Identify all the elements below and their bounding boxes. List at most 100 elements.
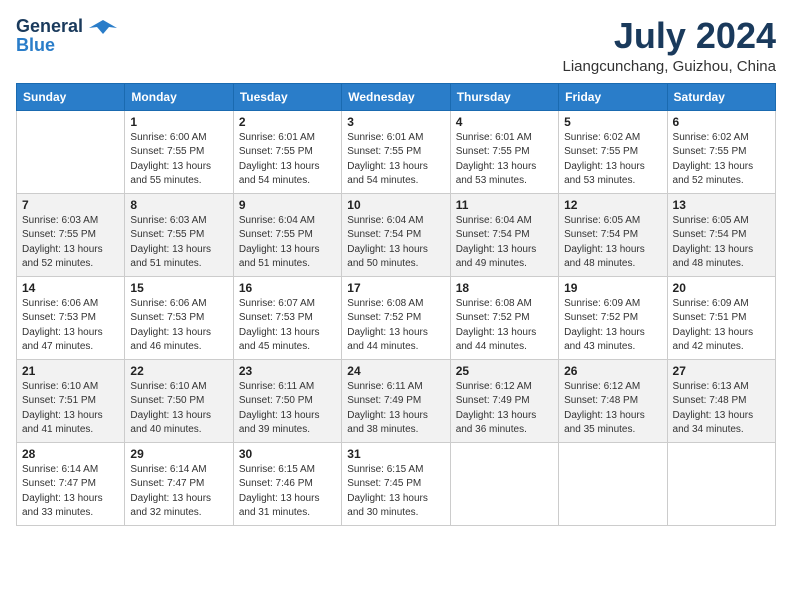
week-row-3: 14 Sunrise: 6:06 AMSunset: 7:53 PMDayligh… — [17, 276, 776, 359]
calendar-cell: 31Sunrise: 6:15 AMSunset: 7:45 PMDayligh… — [342, 442, 450, 525]
day-info: Sunrise: 6:06 AMSunset: 7:53 PMDaylight:… — [22, 297, 119, 355]
calendar-cell: 27 Sunrise: 6:13 AMSunset: 7:48 PMDayligh… — [667, 359, 775, 442]
day-number: 6 — [673, 115, 770, 129]
calendar-cell: 30Sunrise: 6:15 AMSunset: 7:46 PMDayligh… — [233, 442, 341, 525]
day-number: 25 — [456, 364, 553, 378]
week-row-2: 7 Sunrise: 6:03 AMSunset: 7:55 PMDaylight… — [17, 193, 776, 276]
day-info: Sunrise: 6:01 AMSunset: 7:55 PMDaylight:… — [347, 131, 444, 189]
day-info: Sunrise: 6:11 AMSunset: 7:50 PMDaylight:… — [239, 380, 336, 438]
day-info: Sunrise: 6:14 AMSunset: 7:47 PMDaylight:… — [130, 463, 227, 521]
calendar-cell: 2Sunrise: 6:01 AMSunset: 7:55 PMDaylight… — [233, 110, 341, 193]
header-row: SundayMondayTuesdayWednesdayThursdayFrid… — [17, 83, 776, 110]
calendar-cell: 10 Sunrise: 6:04 AMSunset: 7:54 PMDayligh… — [342, 193, 450, 276]
header-monday: Monday — [125, 83, 233, 110]
day-number: 24 — [347, 364, 444, 378]
day-info: Sunrise: 6:01 AMSunset: 7:55 PMDaylight:… — [456, 131, 553, 189]
calendar-cell: 4Sunrise: 6:01 AMSunset: 7:55 PMDaylight… — [450, 110, 558, 193]
calendar-cell: 24Sunrise: 6:11 AMSunset: 7:49 PMDayligh… — [342, 359, 450, 442]
day-info: Sunrise: 6:04 AMSunset: 7:54 PMDaylight:… — [456, 214, 553, 272]
day-number: 9 — [239, 198, 336, 212]
day-number: 29 — [130, 447, 227, 461]
day-info: Sunrise: 6:06 AMSunset: 7:53 PMDaylight:… — [130, 297, 227, 355]
page-header: General Blue July 2024 Liangcunchang, Gu… — [16, 16, 776, 75]
calendar-cell — [559, 442, 667, 525]
header-saturday: Saturday — [667, 83, 775, 110]
title-block: July 2024 Liangcunchang, Guizhou, China — [563, 16, 777, 75]
day-info: Sunrise: 6:10 AMSunset: 7:50 PMDaylight:… — [130, 380, 227, 438]
day-number: 3 — [347, 115, 444, 129]
day-info: Sunrise: 6:03 AMSunset: 7:55 PMDaylight:… — [130, 214, 227, 272]
calendar-cell: 9 Sunrise: 6:04 AMSunset: 7:55 PMDaylight… — [233, 193, 341, 276]
calendar-cell — [17, 110, 125, 193]
logo: General Blue — [16, 16, 117, 56]
day-info: Sunrise: 6:05 AMSunset: 7:54 PMDaylight:… — [673, 214, 770, 272]
calendar-cell: 1 Sunrise: 6:00 AMSunset: 7:55 PMDaylight… — [125, 110, 233, 193]
day-info: Sunrise: 6:08 AMSunset: 7:52 PMDaylight:… — [347, 297, 444, 355]
calendar-cell — [450, 442, 558, 525]
day-number: 12 — [564, 198, 661, 212]
calendar-cell: 19Sunrise: 6:09 AMSunset: 7:52 PMDayligh… — [559, 276, 667, 359]
day-number: 30 — [239, 447, 336, 461]
day-number: 21 — [22, 364, 119, 378]
calendar-cell: 23Sunrise: 6:11 AMSunset: 7:50 PMDayligh… — [233, 359, 341, 442]
day-info: Sunrise: 6:12 AMSunset: 7:48 PMDaylight:… — [564, 380, 661, 438]
day-info: Sunrise: 6:01 AMSunset: 7:55 PMDaylight:… — [239, 131, 336, 189]
calendar-cell: 12 Sunrise: 6:05 AMSunset: 7:54 PMDayligh… — [559, 193, 667, 276]
day-number: 28 — [22, 447, 119, 461]
day-info: Sunrise: 6:04 AMSunset: 7:55 PMDaylight:… — [239, 214, 336, 272]
month-title: July 2024 — [563, 16, 777, 56]
day-number: 16 — [239, 281, 336, 295]
day-number: 14 — [22, 281, 119, 295]
calendar-cell: 3 Sunrise: 6:01 AMSunset: 7:55 PMDaylight… — [342, 110, 450, 193]
day-number: 31 — [347, 447, 444, 461]
calendar-table: SundayMondayTuesdayWednesdayThursdayFrid… — [16, 83, 776, 526]
calendar-cell — [667, 442, 775, 525]
day-number: 15 — [130, 281, 227, 295]
day-number: 22 — [130, 364, 227, 378]
day-info: Sunrise: 6:09 AMSunset: 7:51 PMDaylight:… — [673, 297, 770, 355]
calendar-cell: 7Sunrise: 6:03 AMSunset: 7:55 PMDaylight… — [17, 193, 125, 276]
day-number: 10 — [347, 198, 444, 212]
day-info: Sunrise: 6:10 AMSunset: 7:51 PMDaylight:… — [22, 380, 119, 438]
day-number: 7 — [22, 198, 119, 212]
logo-bird-icon — [89, 18, 117, 36]
day-number: 5 — [564, 115, 661, 129]
day-number: 17 — [347, 281, 444, 295]
logo-blue: Blue — [16, 35, 55, 56]
header-thursday: Thursday — [450, 83, 558, 110]
calendar-cell: 6 Sunrise: 6:02 AMSunset: 7:55 PMDaylight… — [667, 110, 775, 193]
calendar-cell: 25 Sunrise: 6:12 AMSunset: 7:49 PMDayligh… — [450, 359, 558, 442]
header-friday: Friday — [559, 83, 667, 110]
calendar-cell: 20 Sunrise: 6:09 AMSunset: 7:51 PMDayligh… — [667, 276, 775, 359]
day-info: Sunrise: 6:05 AMSunset: 7:54 PMDaylight:… — [564, 214, 661, 272]
calendar-cell: 11 Sunrise: 6:04 AMSunset: 7:54 PMDayligh… — [450, 193, 558, 276]
day-info: Sunrise: 6:07 AMSunset: 7:53 PMDaylight:… — [239, 297, 336, 355]
day-info: Sunrise: 6:13 AMSunset: 7:48 PMDaylight:… — [673, 380, 770, 438]
day-info: Sunrise: 6:12 AMSunset: 7:49 PMDaylight:… — [456, 380, 553, 438]
day-number: 11 — [456, 198, 553, 212]
day-info: Sunrise: 6:08 AMSunset: 7:52 PMDaylight:… — [456, 297, 553, 355]
calendar-cell: 16 Sunrise: 6:07 AMSunset: 7:53 PMDayligh… — [233, 276, 341, 359]
calendar-cell: 28 Sunrise: 6:14 AMSunset: 7:47 PMDayligh… — [17, 442, 125, 525]
week-row-4: 21 Sunrise: 6:10 AMSunset: 7:51 PMDayligh… — [17, 359, 776, 442]
day-number: 1 — [130, 115, 227, 129]
calendar-cell: 14 Sunrise: 6:06 AMSunset: 7:53 PMDayligh… — [17, 276, 125, 359]
day-info: Sunrise: 6:00 AMSunset: 7:55 PMDaylight:… — [130, 131, 227, 189]
logo-general: General — [16, 16, 83, 37]
day-info: Sunrise: 6:02 AMSunset: 7:55 PMDaylight:… — [673, 131, 770, 189]
calendar-cell: 5Sunrise: 6:02 AMSunset: 7:55 PMDaylight… — [559, 110, 667, 193]
week-row-1: 1 Sunrise: 6:00 AMSunset: 7:55 PMDaylight… — [17, 110, 776, 193]
day-info: Sunrise: 6:14 AMSunset: 7:47 PMDaylight:… — [22, 463, 119, 521]
day-number: 26 — [564, 364, 661, 378]
calendar-cell: 21 Sunrise: 6:10 AMSunset: 7:51 PMDayligh… — [17, 359, 125, 442]
day-number: 20 — [673, 281, 770, 295]
day-info: Sunrise: 6:04 AMSunset: 7:54 PMDaylight:… — [347, 214, 444, 272]
header-wednesday: Wednesday — [342, 83, 450, 110]
calendar-cell: 22 Sunrise: 6:10 AMSunset: 7:50 PMDayligh… — [125, 359, 233, 442]
day-info: Sunrise: 6:09 AMSunset: 7:52 PMDaylight:… — [564, 297, 661, 355]
calendar-cell: 13Sunrise: 6:05 AMSunset: 7:54 PMDayligh… — [667, 193, 775, 276]
location: Liangcunchang, Guizhou, China — [563, 58, 777, 75]
week-row-5: 28 Sunrise: 6:14 AMSunset: 7:47 PMDayligh… — [17, 442, 776, 525]
day-number: 27 — [673, 364, 770, 378]
calendar-cell: 8Sunrise: 6:03 AMSunset: 7:55 PMDaylight… — [125, 193, 233, 276]
